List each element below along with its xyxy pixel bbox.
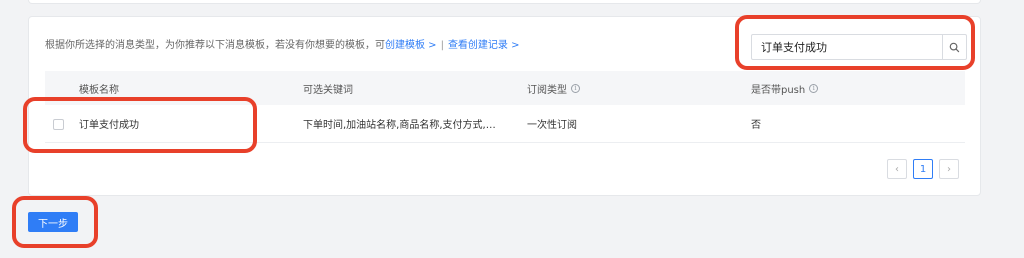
header-sub-type: 订阅类型 i [517,81,741,96]
row-sub-type-cell: 一次性订阅 [517,116,741,131]
row-push: 否 [751,120,761,131]
search-button[interactable] [942,35,966,59]
row-keywords: 下单时间,加油站名称,商品名称,支付方式,支… [303,120,503,131]
row-name-cell: 订单支付成功 [45,116,293,131]
next-page-button[interactable]: › [939,159,959,179]
previous-card [28,0,981,4]
tip-text: 根据你所选择的消息类型，为你推荐以下消息模板，若没有你想要的模板，可 [45,40,385,51]
recommendation-tip: 根据你所选择的消息类型，为你推荐以下消息模板，若没有你想要的模板，可创建模板 >… [45,40,520,52]
next-step-button[interactable]: 下一步 [28,212,78,232]
row-push-cell: 否 [741,116,965,131]
search-input[interactable] [752,35,942,59]
row-sub-type: 一次性订阅 [527,120,577,131]
create-template-link[interactable]: 创建模板 > [385,40,437,51]
table-header: 模板名称 可选关键词 订阅类型 i 是否带push i [45,71,965,105]
header-name: 模板名称 [79,84,119,96]
info-icon[interactable]: i [809,83,819,93]
template-selection-card: 根据你所选择的消息类型，为你推荐以下消息模板，若没有你想要的模板，可创建模板 >… [28,16,981,196]
template-table: 模板名称 可选关键词 订阅类型 i 是否带push i 订单支付成功 下单时间,加油… [45,71,965,143]
header-keywords: 可选关键词 [303,84,353,96]
view-records-link[interactable]: 查看创建记录 > [448,40,520,51]
info-icon[interactable]: i [571,83,580,93]
row-keywords-cell: 下单时间,加油站名称,商品名称,支付方式,支… [293,116,517,131]
prev-page-button[interactable]: ‹ [887,159,907,179]
page-1-button[interactable]: 1 [913,159,933,179]
row-checkbox[interactable] [53,118,64,130]
template-search [751,34,967,60]
row-name: 订单支付成功 [79,120,139,131]
tip-separator: | [440,40,444,51]
table-row[interactable]: 订单支付成功 下单时间,加油站名称,商品名称,支付方式,支… 一次性订阅 否 [45,105,965,143]
header-push: 是否带push i [741,81,965,96]
search-icon [949,38,960,57]
pagination: ‹ 1 › [887,159,959,179]
